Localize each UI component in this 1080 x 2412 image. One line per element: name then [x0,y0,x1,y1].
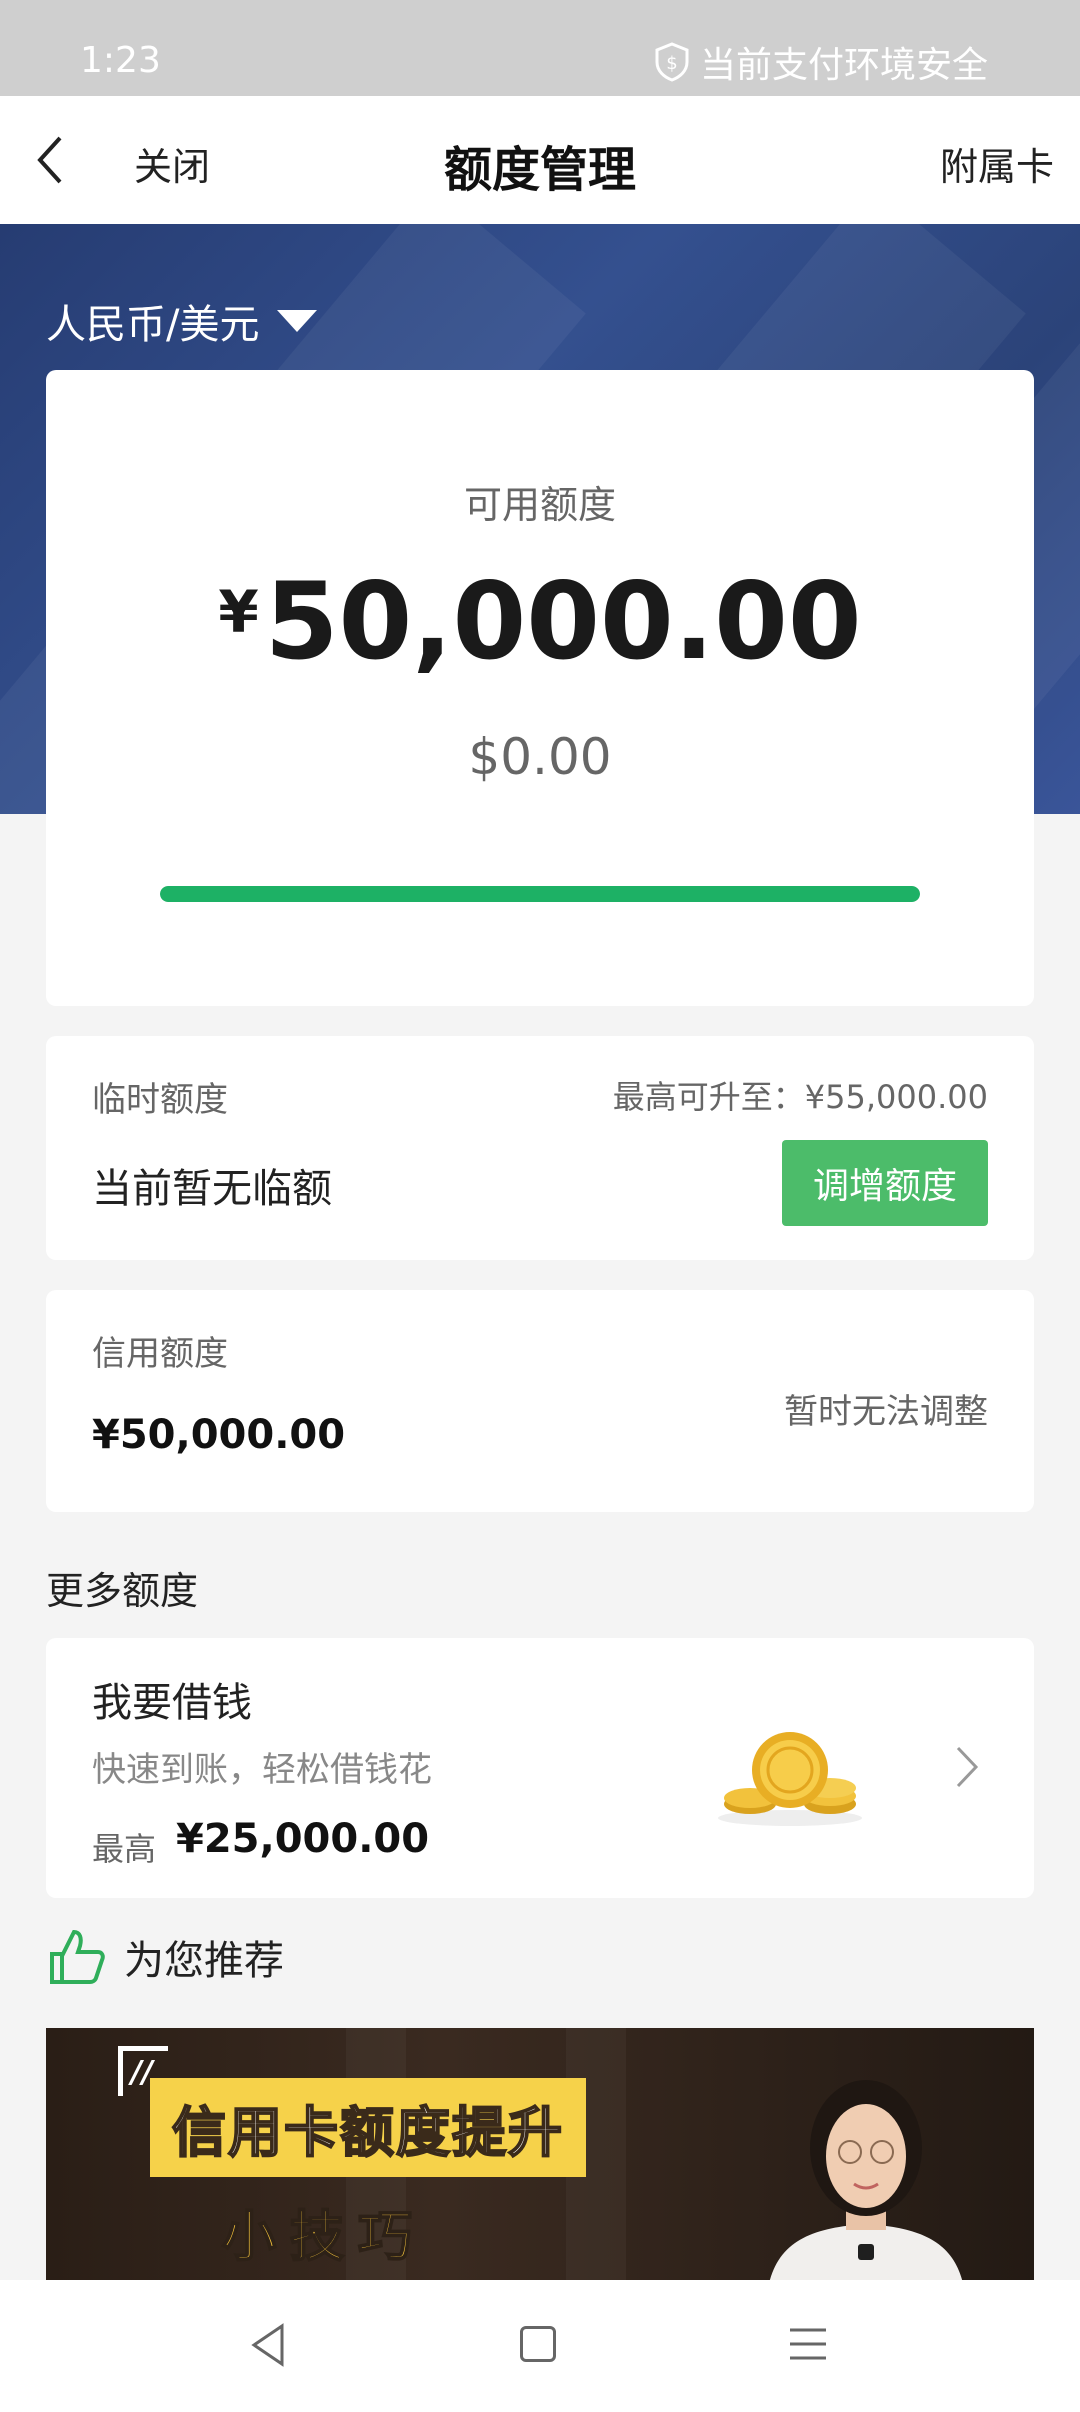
loan-card[interactable]: 我要借钱 快速到账，轻松借钱花 最高 ¥25,000.00 [46,1638,1034,1898]
nav-bar: 关闭 额度管理 附属卡 [0,96,1080,224]
security-text: 当前支付环境安全 [699,45,988,86]
sub-card-button[interactable]: 附属卡 [940,136,1054,191]
temporary-max: 最高可升至：¥55,000.00 [612,1078,988,1116]
credit-usage-fill [160,886,920,902]
available-label: 可用额度 [463,483,616,527]
status-time: 1:23 [80,40,161,81]
page-title: 额度管理 [443,142,636,198]
credit-note: 暂时无法调整 [784,1392,988,1432]
status-bar: 1:23 $ 当前支付环境安全 [0,0,1080,96]
loan-subtitle: 快速到账，轻松借钱花 [92,1750,432,1790]
banner-headline: 信用卡额度提升 [150,2078,586,2177]
available-number: 50,000.00 [264,560,862,683]
svg-text:$: $ [666,53,677,74]
currency-symbol: ¥ [218,578,259,646]
system-back-icon[interactable] [248,2320,288,2370]
credit-amount: ¥50,000.00 [92,1412,346,1458]
temporary-label: 临时额度 [92,1080,228,1120]
currency-switch[interactable]: 人民币/美元 [46,292,318,350]
currency-switch-label: 人民币/美元 [46,302,260,348]
temporary-credit-card: 临时额度 最高可升至：¥55,000.00 当前暂无临额 调增额度 [46,1036,1034,1260]
more-credit-heading: 更多额度 [46,1569,199,1613]
recommend-title: 为您推荐 [124,1938,284,1984]
coins-icon [718,1732,862,1826]
chevron-right-icon [956,1746,979,1788]
security-indicator: $ 当前支付环境安全 [654,36,988,88]
available-credit-card: 可用额度 ¥50,000.00 $0.00 [46,370,1034,1006]
increase-limit-button[interactable]: 调增额度 [782,1140,988,1226]
credit-usage-bar [160,886,920,902]
shield-icon: $ [655,42,689,82]
loan-title: 我要借钱 [92,1680,252,1726]
loan-max-value: ¥25,000.00 [176,1816,430,1862]
credit-label: 信用额度 [92,1334,228,1374]
temporary-status: 当前暂无临额 [92,1166,332,1212]
system-navigation-bar [0,2280,1080,2412]
presenter-image [769,2080,963,2280]
loan-max-label: 最高 [92,1830,157,1868]
credit-limit-card: 信用额度 ¥50,000.00 暂时无法调整 [46,1290,1034,1512]
caret-down-icon [277,310,318,332]
system-menu-icon[interactable] [788,2324,828,2364]
recommend-heading: 为您推荐 [46,1926,284,1988]
thumb-up-icon [50,1929,105,1984]
banner-subline: 小技巧 [221,2204,426,2269]
promo-banner[interactable]: // 信用卡额度提升 小技巧 [46,2028,1034,2280]
usd-amount: $0.00 [468,728,612,786]
system-home-icon[interactable] [520,2326,556,2362]
available-amount: ¥50,000.00 [46,560,1034,683]
